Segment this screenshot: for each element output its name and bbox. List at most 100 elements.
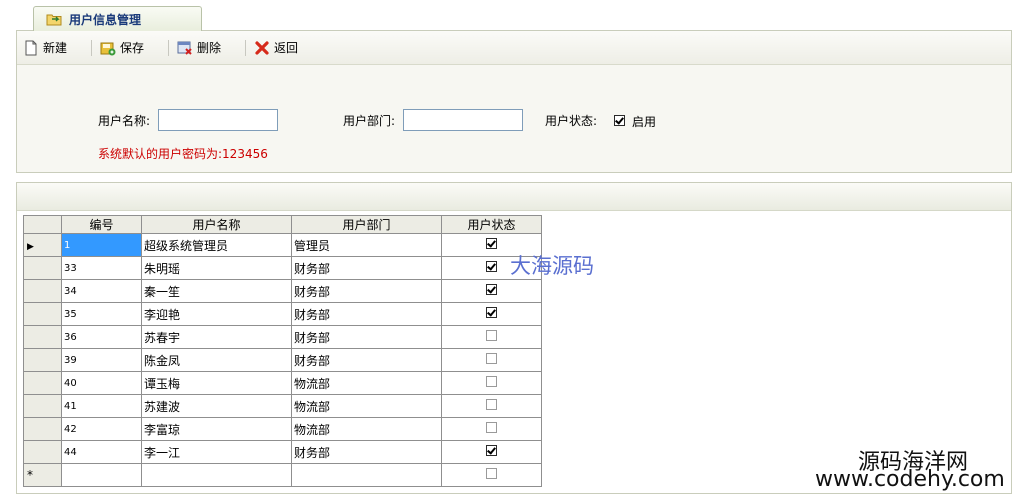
cell-name[interactable]: 李一江 (141, 440, 292, 464)
cell-status[interactable] (441, 371, 542, 395)
cell-status[interactable] (441, 394, 542, 418)
cell-id[interactable]: 33 (61, 256, 142, 280)
table-row[interactable]: 35 李迎艳 财务部 (23, 302, 542, 326)
new-row[interactable]: * (23, 463, 542, 487)
table-row[interactable]: 41 苏建波 物流部 (23, 394, 542, 418)
table-row[interactable]: 34 秦一笙 财务部 (23, 279, 542, 303)
new-button-label: 新建 (43, 41, 68, 55)
save-button-label: 保存 (120, 41, 145, 55)
cell-id[interactable]: 1 (61, 233, 142, 257)
row-header[interactable] (23, 348, 62, 372)
delete-button[interactable]: 删除 (177, 37, 231, 59)
cell-id[interactable]: 35 (61, 302, 142, 326)
status-checkbox[interactable] (486, 238, 497, 249)
cell-dept[interactable]: 物流部 (291, 394, 442, 418)
username-label: 用户名称: (98, 114, 151, 128)
row-header[interactable] (23, 325, 62, 349)
cell-status[interactable] (441, 463, 542, 487)
table-row[interactable]: 44 李一江 财务部 (23, 440, 542, 464)
row-header[interactable] (23, 302, 62, 326)
table-row[interactable]: 42 李富琼 物流部 (23, 417, 542, 441)
close-x-icon (254, 40, 270, 56)
tab-user-management[interactable]: 用户信息管理 (33, 6, 202, 31)
row-header[interactable] (23, 256, 62, 280)
cell-id[interactable] (61, 463, 142, 487)
row-header[interactable] (23, 279, 62, 303)
cell-status[interactable] (441, 440, 542, 464)
column-header-status[interactable]: 用户状态 (441, 215, 542, 234)
enabled-label: 启用 (632, 115, 657, 129)
cell-status[interactable] (441, 417, 542, 441)
enabled-checkbox[interactable] (614, 115, 625, 126)
column-header-dept[interactable]: 用户部门 (291, 215, 442, 234)
cell-name[interactable]: 谭玉梅 (141, 371, 292, 395)
cell-dept[interactable]: 财务部 (291, 279, 442, 303)
cell-dept[interactable] (291, 463, 442, 487)
cell-name[interactable]: 陈金凤 (141, 348, 292, 372)
cell-id[interactable]: 40 (61, 371, 142, 395)
cell-name[interactable]: 李富琼 (141, 417, 292, 441)
status-checkbox[interactable] (486, 376, 497, 387)
cell-status[interactable] (441, 279, 542, 303)
cell-dept[interactable]: 财务部 (291, 348, 442, 372)
column-header-id[interactable]: 编号 (61, 215, 142, 234)
cell-id[interactable]: 39 (61, 348, 142, 372)
cell-status[interactable] (441, 348, 542, 372)
toolbar-separator (91, 39, 93, 56)
cell-id[interactable]: 44 (61, 440, 142, 464)
cell-dept[interactable]: 财务部 (291, 440, 442, 464)
table-row[interactable]: 39 陈金凤 财务部 (23, 348, 542, 372)
cell-dept[interactable]: 物流部 (291, 417, 442, 441)
table-row[interactable]: 36 苏春宇 财务部 (23, 325, 542, 349)
status-checkbox[interactable] (486, 399, 497, 410)
save-button[interactable]: 保存 (100, 37, 154, 59)
column-header-name[interactable]: 用户名称 (141, 215, 292, 234)
status-checkbox[interactable] (486, 353, 497, 364)
row-header[interactable]: ▶ (23, 233, 62, 257)
cell-id[interactable]: 41 (61, 394, 142, 418)
cell-name[interactable]: 秦一笙 (141, 279, 292, 303)
cell-id[interactable]: 42 (61, 417, 142, 441)
status-checkbox[interactable] (486, 422, 497, 433)
table-row[interactable]: 33 朱明瑶 财务部 (23, 256, 542, 280)
row-header[interactable] (23, 394, 62, 418)
tab-title: 用户信息管理 (69, 12, 142, 27)
dept-field[interactable] (403, 109, 523, 131)
cell-dept[interactable]: 财务部 (291, 325, 442, 349)
cell-dept[interactable]: 管理员 (291, 233, 442, 257)
cell-name[interactable]: 超级系统管理员 (141, 233, 292, 257)
cell-status[interactable] (441, 325, 542, 349)
table-row[interactable]: ▶ 1 超级系统管理员 管理员 (23, 233, 542, 257)
cell-dept[interactable]: 财务部 (291, 256, 442, 280)
row-header[interactable] (23, 440, 62, 464)
cell-name[interactable]: 苏建波 (141, 394, 292, 418)
cell-id[interactable]: 36 (61, 325, 142, 349)
new-button[interactable]: 新建 (23, 37, 77, 59)
cell-dept[interactable]: 财务部 (291, 302, 442, 326)
back-button[interactable]: 返回 (254, 37, 308, 59)
status-checkbox[interactable] (486, 261, 497, 272)
row-header[interactable]: * (23, 463, 62, 487)
table-row[interactable]: 40 谭玉梅 物流部 (23, 371, 542, 395)
cell-dept[interactable]: 物流部 (291, 371, 442, 395)
status-checkbox[interactable] (486, 445, 497, 456)
cell-name[interactable]: 朱明瑶 (141, 256, 292, 280)
status-checkbox[interactable] (486, 284, 497, 295)
folder-icon (46, 13, 63, 26)
toolbar-separator (245, 39, 247, 56)
cell-name[interactable]: 李迎艳 (141, 302, 292, 326)
row-header[interactable] (23, 417, 62, 441)
cell-name[interactable] (141, 463, 292, 487)
watermark-center: 大海源码 (510, 254, 594, 278)
row-header[interactable] (23, 371, 62, 395)
cell-id[interactable]: 34 (61, 279, 142, 303)
default-password-note: 系统默认的用户密码为:123456 (98, 147, 268, 161)
status-checkbox[interactable] (486, 307, 497, 318)
user-grid[interactable]: 编号 用户名称 用户部门 用户状态 ▶ 1 超级系统管理员 管理员 33 朱明瑶 财务部 34… (23, 215, 542, 487)
cell-status[interactable] (441, 302, 542, 326)
status-checkbox[interactable] (486, 330, 497, 341)
status-checkbox[interactable] (486, 468, 497, 479)
cell-name[interactable]: 苏春宇 (141, 325, 292, 349)
dept-label: 用户部门: (343, 114, 396, 128)
username-field[interactable] (158, 109, 278, 131)
